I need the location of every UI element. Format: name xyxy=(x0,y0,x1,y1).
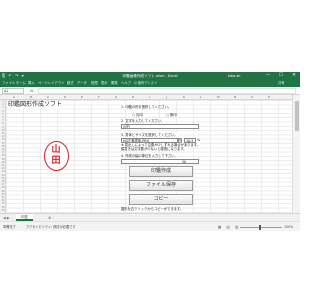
radio-square[interactable]: ○ 角印 xyxy=(166,113,177,117)
stamp-char-1: 山 xyxy=(51,145,61,155)
scrollbar-thumb[interactable] xyxy=(295,101,299,131)
excel-window: ⎘ ↶ ↷ ▾ 印鑑画像作成ソフト.xlsm - Excel taka.sh —… xyxy=(0,72,300,231)
tab-help[interactable]: ヘルプ xyxy=(121,81,131,86)
quick-access-toolbar[interactable]: ⎘ ↶ ↷ ▾ xyxy=(2,73,25,79)
status-bar: 準備完了 アクセシビリティ: 検討が必要です ▦ ▤ ▥ 100% xyxy=(0,221,300,231)
question-2: 2. 文字を入力してください。 xyxy=(121,119,165,123)
width-input[interactable]: 30 xyxy=(121,159,199,164)
vertical-scrollbar[interactable] xyxy=(292,95,300,213)
ribbon-tabs: ファイル ホーム 挿入 ページレイアウト 数式 データ 校閲 表示 開発 ヘルプ… xyxy=(0,80,300,87)
radio-round[interactable]: ○ 丸印 xyxy=(132,113,143,117)
view-mode-icons[interactable]: ▦ ▤ ▥ xyxy=(218,224,240,230)
question-3-note-2: 縦書きは文字数が少ないと縦長になります。 xyxy=(121,147,187,151)
tab-formulas[interactable]: 数式 xyxy=(67,81,74,86)
window-title: 印鑑画像作成ソフト.xlsm - Excel xyxy=(122,74,178,78)
tab-home[interactable]: ホーム xyxy=(16,81,26,86)
zoom-slider[interactable] xyxy=(240,227,282,228)
worksheet-grid[interactable]: 印鑑図形作成ソフト 山 田 1. 印鑑の形を選択してください。 ○ 丸印 ○ 角… xyxy=(6,100,292,213)
tab-page-layout[interactable]: ページレイアウト xyxy=(38,81,64,86)
status-ready: 準備完了 xyxy=(3,225,16,229)
tab-insert[interactable]: 挿入 xyxy=(28,81,35,86)
tab-share[interactable]: 共有 xyxy=(278,81,285,86)
formula-input[interactable] xyxy=(38,88,296,94)
question-4: 4. 作成の幅の単位を入力して下さい。 xyxy=(121,154,178,158)
size-unit: % xyxy=(197,138,201,142)
text-input[interactable]: 山田 xyxy=(121,124,199,129)
zoom-level[interactable]: 100% xyxy=(284,224,293,230)
question-3: 3. 書体とサイズを選択してください。 xyxy=(121,133,178,137)
copy-button[interactable]: コピー xyxy=(129,194,193,205)
footer-note: 図形を右クリックからコピーができます。 xyxy=(121,207,184,211)
create-stamp-button[interactable]: 印鑑作成 xyxy=(129,166,193,177)
zoom-slider-knob[interactable] xyxy=(259,225,261,230)
tab-tell-me[interactable]: Q 操作アシスト xyxy=(134,81,157,86)
question-1: 1. 印鑑の形を選択してください。 xyxy=(121,105,172,109)
tab-file[interactable]: ファイル xyxy=(2,81,15,86)
tab-view[interactable]: 表示 xyxy=(101,81,108,86)
stamp-char-2: 田 xyxy=(51,156,61,166)
accessibility-status[interactable]: アクセシビリティ: 検討が必要です xyxy=(26,224,76,230)
user-name[interactable]: taka.sh xyxy=(228,73,240,79)
formula-bar: A1 fx xyxy=(0,87,300,95)
close-button[interactable]: ✕ xyxy=(288,72,300,80)
name-box[interactable]: A1 xyxy=(2,88,24,94)
app-title: 印鑑図形作成ソフト xyxy=(8,101,63,109)
stamp-preview[interactable]: 山 田 xyxy=(44,141,69,171)
maximize-button[interactable]: ☐ xyxy=(275,72,287,80)
save-file-button[interactable]: ファイル保存 xyxy=(129,180,193,191)
tab-review[interactable]: 校閲 xyxy=(91,81,98,86)
tab-developer[interactable]: 開発 xyxy=(111,81,118,86)
sheet-tab-bar: ◀ ▶ 印鑑 ⊕ xyxy=(0,213,300,221)
title-bar: ⎘ ↶ ↷ ▾ 印鑑画像作成ソフト.xlsm - Excel taka.sh —… xyxy=(0,72,300,80)
minimize-button[interactable]: — xyxy=(262,72,274,80)
fx-icon[interactable]: fx xyxy=(30,88,33,94)
tab-data[interactable]: データ xyxy=(77,81,87,86)
sheet-tab-active[interactable]: 印鑑 xyxy=(16,214,33,221)
